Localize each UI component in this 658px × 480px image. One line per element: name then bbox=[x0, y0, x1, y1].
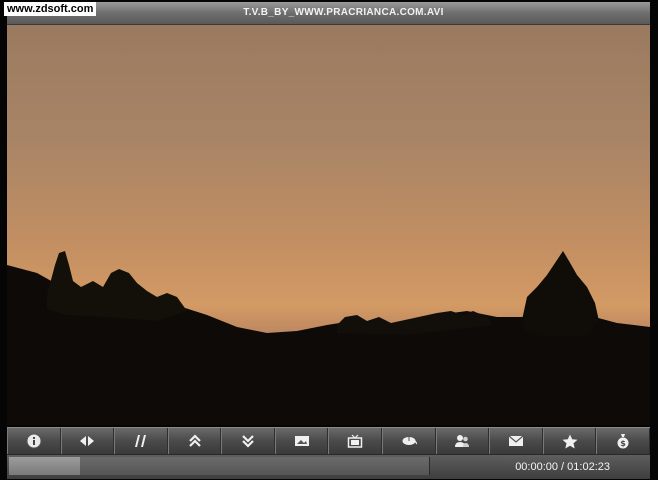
status-bar: 00:00:00 / 01:02:23 bbox=[7, 454, 650, 479]
control-toolbar: $ bbox=[7, 427, 650, 454]
mail-button[interactable] bbox=[489, 428, 543, 454]
users-button[interactable] bbox=[435, 428, 490, 454]
video-frame[interactable] bbox=[7, 25, 650, 425]
info-icon bbox=[26, 433, 42, 449]
picture-icon bbox=[294, 436, 309, 446]
scroll-down-button[interactable] bbox=[221, 428, 275, 454]
screenshot-button[interactable] bbox=[274, 428, 329, 454]
star-icon bbox=[562, 434, 578, 448]
users-icon bbox=[455, 435, 470, 447]
double-chevron-down-icon bbox=[242, 435, 254, 448]
video-player: www.zdsoft.com T.V.B_BY_WWW.PRACRIANCA.C… bbox=[0, 0, 658, 480]
seek-bar-fill bbox=[9, 457, 80, 475]
tv-icon bbox=[348, 434, 363, 448]
seek-bar[interactable] bbox=[9, 457, 430, 475]
tv-button[interactable] bbox=[328, 428, 383, 454]
video-scene bbox=[7, 251, 650, 425]
mouse-icon bbox=[402, 437, 417, 445]
mail-icon bbox=[508, 435, 524, 446]
right-tree-silhouette bbox=[522, 251, 599, 337]
favorite-button[interactable] bbox=[542, 428, 597, 454]
prev-next-button[interactable] bbox=[60, 428, 115, 454]
arrows-left-right-icon bbox=[80, 436, 95, 446]
watermark: www.zdsoft.com bbox=[4, 2, 97, 16]
mouse-button[interactable] bbox=[382, 428, 436, 454]
video-title: T.V.B_BY_WWW.PRACRIANCA.COM.AVI bbox=[243, 7, 444, 18]
pause-icon bbox=[134, 435, 146, 447]
time-readout: 00:00:00 / 01:02:23 bbox=[515, 461, 610, 473]
pause-button[interactable] bbox=[114, 428, 168, 454]
info-button[interactable] bbox=[7, 428, 61, 454]
title-bar: T.V.B_BY_WWW.PRACRIANCA.COM.AVI bbox=[7, 2, 650, 25]
left-tree-silhouette bbox=[47, 251, 187, 321]
double-chevron-up-icon bbox=[188, 434, 201, 447]
money-bag-icon: $ bbox=[617, 434, 629, 449]
money-button[interactable]: $ bbox=[596, 428, 650, 454]
scroll-up-button[interactable] bbox=[167, 428, 222, 454]
svg-text:$: $ bbox=[620, 439, 626, 448]
